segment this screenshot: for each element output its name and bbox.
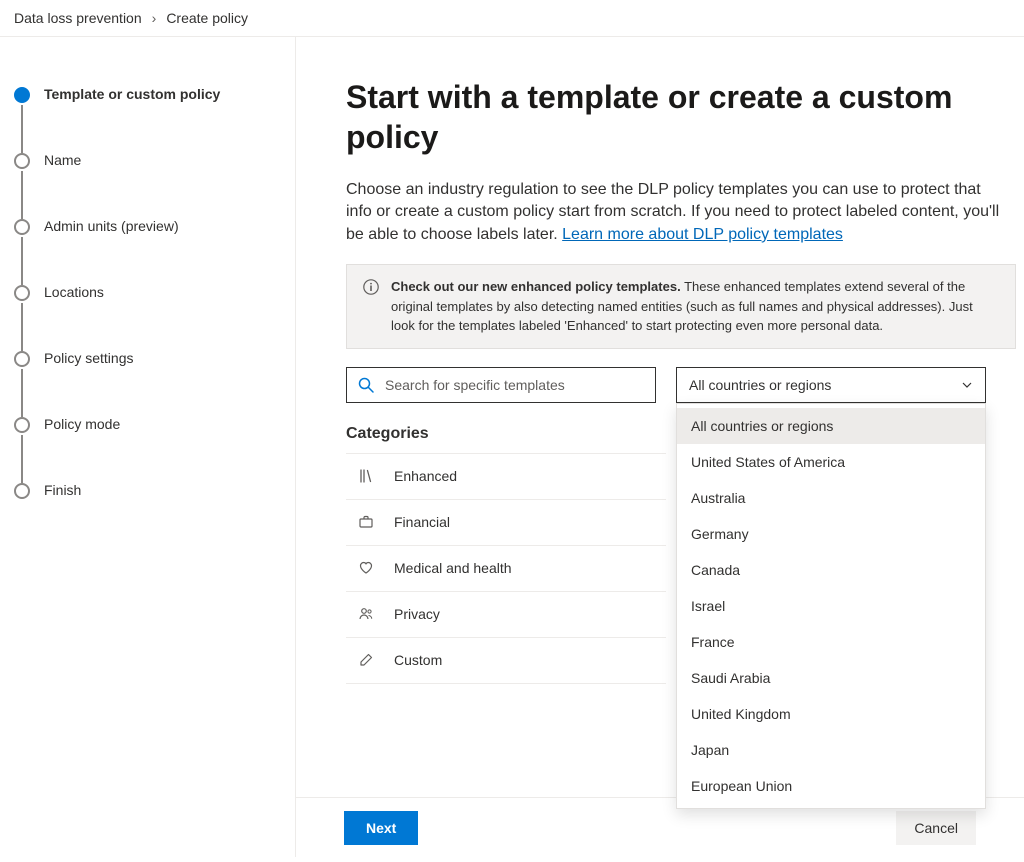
category-label: Medical and health (394, 560, 512, 576)
next-button[interactable]: Next (344, 811, 418, 845)
step-indicator-icon (14, 285, 30, 301)
region-option[interactable]: Canada (677, 552, 985, 588)
step-label: Finish (44, 481, 81, 498)
wizard-step[interactable]: Admin units (preview) (14, 217, 279, 283)
region-option[interactable]: United Kingdom (677, 696, 985, 732)
breadcrumb-parent[interactable]: Data loss prevention (14, 10, 142, 26)
step-connector (21, 171, 23, 219)
info-banner: Check out our new enhanced policy templa… (346, 264, 1016, 349)
region-option[interactable]: Japan (677, 732, 985, 768)
region-dropdown-toggle[interactable]: All countries or regions (676, 367, 986, 403)
wizard-step[interactable]: Locations (14, 283, 279, 349)
wizard-steps-list: Template or custom policy Name Admin units… (14, 85, 279, 498)
info-icon (363, 279, 379, 295)
step-connector (21, 303, 23, 351)
info-banner-bold: Check out our new enhanced policy templa… (391, 279, 681, 294)
breadcrumb: Data loss prevention › Create policy (0, 0, 1024, 37)
wizard-steps-sidebar: Template or custom policy Name Admin units… (0, 37, 296, 857)
step-indicator-icon (14, 153, 30, 169)
step-label: Admin units (preview) (44, 217, 179, 234)
category-item[interactable]: Privacy (346, 592, 666, 638)
step-indicator-icon (14, 219, 30, 235)
step-label: Name (44, 151, 81, 168)
search-box[interactable] (346, 367, 656, 403)
heart-icon (358, 560, 374, 576)
search-input[interactable] (385, 377, 645, 393)
step-connector (21, 237, 23, 285)
main-content: Start with a template or create a custom… (296, 37, 1024, 857)
books-icon (358, 468, 374, 484)
step-label: Template or custom policy (44, 85, 220, 102)
learn-more-link[interactable]: Learn more about DLP policy templates (562, 226, 843, 243)
step-indicator-icon (14, 483, 30, 499)
region-option[interactable]: France (677, 624, 985, 660)
step-indicator-icon (14, 351, 30, 367)
category-label: Privacy (394, 606, 440, 622)
region-dropdown-selected: All countries or regions (689, 377, 831, 393)
intro-text: Choose an industry regulation to see the… (346, 179, 1006, 246)
search-icon (357, 376, 375, 394)
region-option[interactable]: European Union (677, 768, 985, 804)
briefcase-icon (358, 514, 374, 530)
region-option[interactable]: Australia (677, 480, 985, 516)
breadcrumb-current: Create policy (166, 10, 248, 26)
category-label: Financial (394, 514, 450, 530)
step-connector (21, 435, 23, 483)
people-icon (358, 606, 374, 622)
category-label: Custom (394, 652, 442, 668)
category-item[interactable]: Custom (346, 638, 666, 684)
step-connector (21, 105, 23, 153)
step-label: Locations (44, 283, 104, 300)
wizard-step[interactable]: Policy settings (14, 349, 279, 415)
region-option[interactable]: All countries or regions (677, 408, 985, 444)
category-item[interactable]: Enhanced (346, 454, 666, 500)
step-indicator-icon (14, 87, 30, 103)
region-dropdown-menu: All countries or regionsUnited States of… (676, 403, 986, 809)
step-indicator-icon (14, 417, 30, 433)
category-item[interactable]: Medical and health (346, 546, 666, 592)
cancel-button[interactable]: Cancel (896, 811, 976, 845)
wizard-step[interactable]: Name (14, 151, 279, 217)
category-item[interactable]: Financial (346, 500, 666, 546)
wizard-step[interactable]: Policy mode (14, 415, 279, 481)
breadcrumb-separator: › (152, 10, 157, 26)
edit-icon (358, 652, 374, 668)
region-option[interactable]: Saudi Arabia (677, 660, 985, 696)
step-label: Policy mode (44, 415, 120, 432)
region-dropdown: All countries or regions All countries o… (676, 367, 986, 403)
category-label: Enhanced (394, 468, 457, 484)
step-connector (21, 369, 23, 417)
controls-row: All countries or regions All countries o… (346, 367, 986, 403)
wizard-step[interactable]: Template or custom policy (14, 85, 279, 151)
chevron-down-icon (961, 379, 973, 391)
region-option[interactable]: Germany (677, 516, 985, 552)
categories-list: Enhanced Financial Medical and health Priva… (346, 453, 666, 684)
page-title: Start with a template or create a custom… (346, 77, 1016, 157)
region-option[interactable]: Israel (677, 588, 985, 624)
region-option[interactable]: United States of America (677, 444, 985, 480)
wizard-step[interactable]: Finish (14, 481, 279, 498)
info-banner-text: Check out our new enhanced policy templa… (391, 277, 999, 336)
step-label: Policy settings (44, 349, 133, 366)
